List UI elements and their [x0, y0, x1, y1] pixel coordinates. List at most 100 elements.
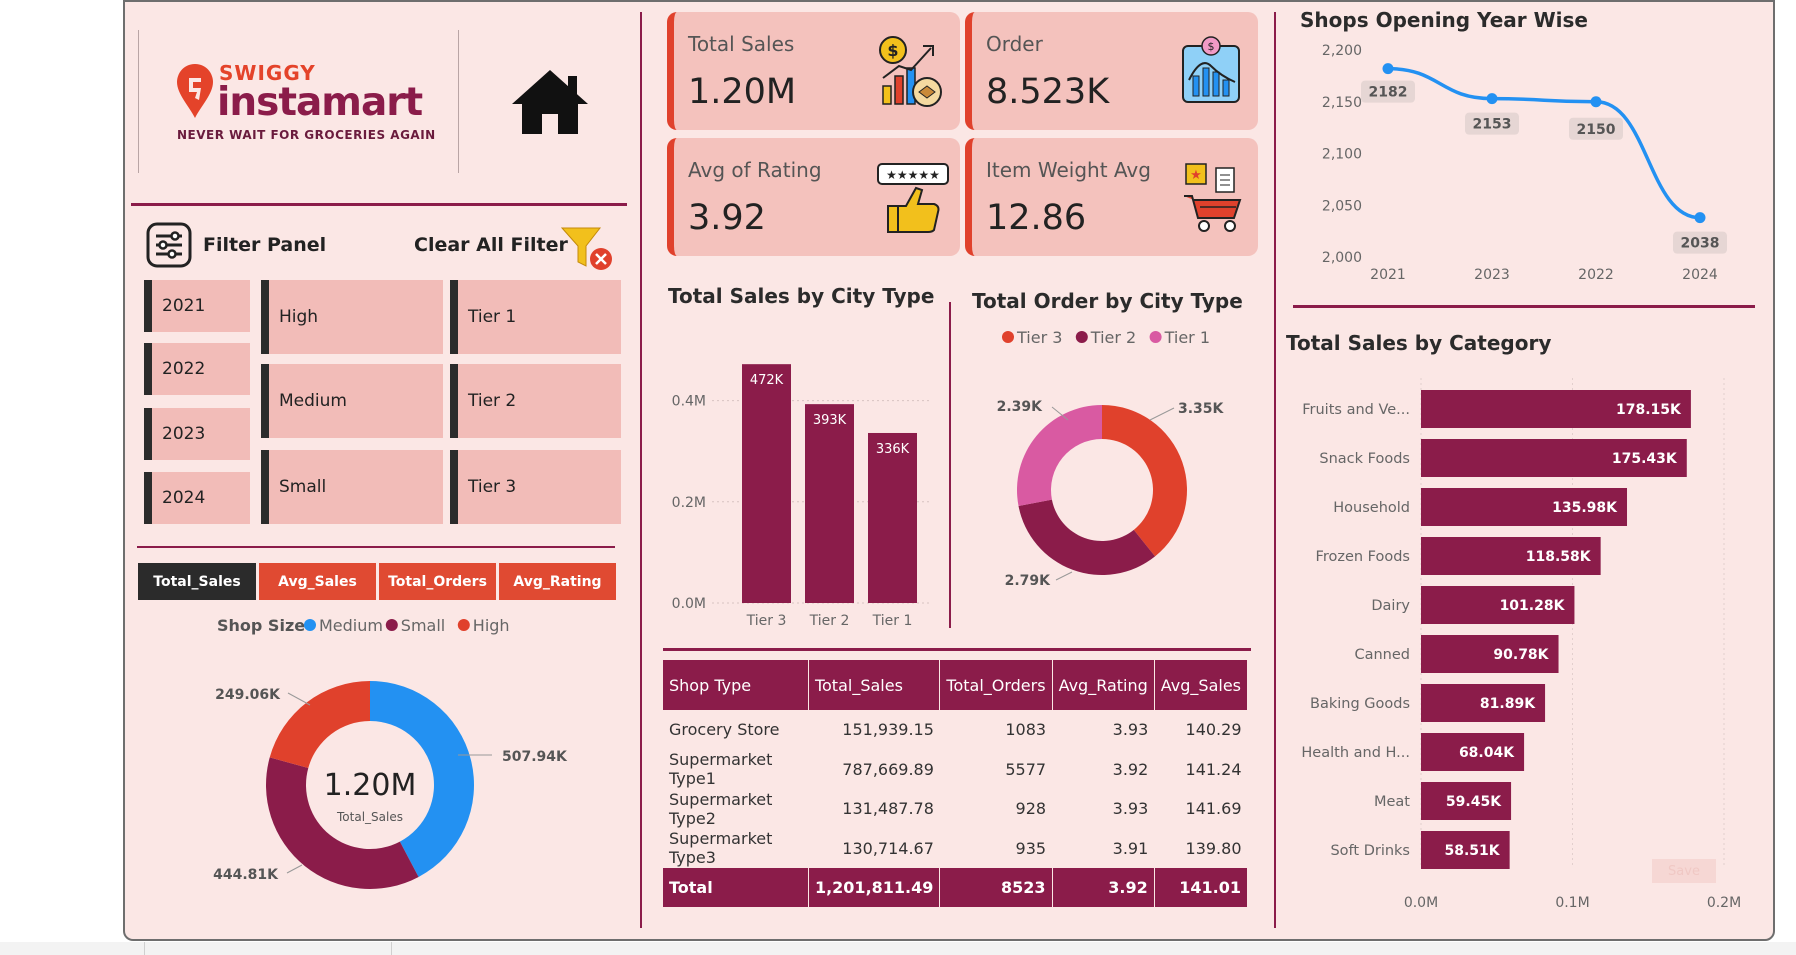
bar-data-label: 393K	[813, 413, 847, 428]
table-row: Supermarket Type2 131,487.78 928 3.93 141.69	[663, 789, 1248, 829]
table-header-row: Shop Type Total_Sales Total_Orders Avg_Rati…	[663, 660, 1249, 710]
legend-item: Small	[401, 616, 445, 635]
year-slicer-item[interactable]: 2023	[144, 408, 250, 460]
table-column-header[interactable]: Total_Sales	[808, 660, 941, 710]
x-tick-label: 2021	[1370, 267, 1406, 283]
svg-text:$: $	[887, 41, 898, 60]
page-tab[interactable]	[144, 942, 392, 955]
tier-slicer-item[interactable]: Tier 2	[450, 364, 621, 438]
bar-data-label: 58.51K	[1445, 843, 1501, 859]
y-tick-label: Fruits and Ve...	[1302, 402, 1410, 418]
left-section-divider	[640, 12, 642, 928]
legend-title: Shop Size	[217, 616, 305, 635]
table-column-header[interactable]: Shop Type	[663, 660, 809, 710]
kpi-value: 3.92	[688, 198, 766, 238]
legend-item: Tier 2	[1090, 328, 1136, 347]
opening-year-title: Shops Opening Year Wise	[1300, 8, 1588, 32]
table-column-header[interactable]: Total_Orders	[939, 660, 1053, 710]
kpi-label: Order	[986, 32, 1043, 56]
bar-data-label: 90.78K	[1493, 647, 1549, 663]
legend-marker	[304, 619, 316, 631]
bar-data-label: 59.45K	[1446, 794, 1502, 810]
clear-all-filter-label[interactable]: Clear All Filter	[414, 234, 568, 256]
bar-data-label: 178.15K	[1616, 402, 1682, 418]
legend-marker	[457, 619, 470, 631]
sales-by-category-title: Total Sales by Category	[1286, 331, 1552, 355]
logo-brand-main: instamart	[217, 80, 423, 125]
y-tick-label: 2,050	[1322, 198, 1362, 214]
order-by-city-donut-chart: Tier 3 Tier 2 Tier 1 3.35K 2.79K 2.39K	[997, 328, 1225, 589]
table-row: Supermarket Type3 130,714.67 935 3.91 139.80	[663, 829, 1248, 869]
filter-panel-title: Filter Panel	[203, 234, 327, 256]
metric-button-total-orders[interactable]: Total_Orders	[379, 563, 496, 600]
table-cell: 1,201,811.49	[808, 868, 941, 907]
slice-label: 249.06K	[215, 687, 281, 703]
leader-line	[1149, 407, 1175, 421]
line-point	[1694, 212, 1706, 224]
opening-year-line-chart: 2,000 2,050 2,100 2,150 2,200 2182 2021 2153 202…	[1322, 43, 1727, 283]
x-tick-label: 0.0M	[1404, 895, 1438, 911]
legend-marker	[385, 619, 398, 631]
year-slicer-item[interactable]: 2022	[144, 343, 250, 395]
y-tick-label: Dairy	[1371, 598, 1410, 614]
save-watermark: Save	[1652, 859, 1716, 883]
metric-button-avg-rating[interactable]: Avg_Rating	[499, 563, 616, 600]
table-column-header[interactable]: Avg_Sales	[1154, 660, 1249, 710]
year-slicer-item[interactable]: 2021	[144, 280, 250, 332]
data-label: 2150	[1577, 122, 1616, 138]
y-tick-label: Health and H...	[1301, 745, 1410, 761]
year-slicer-item[interactable]: 2024	[144, 472, 250, 524]
y-tick-label: Frozen Foods	[1316, 549, 1410, 565]
page-tabs-bar	[0, 942, 1796, 955]
legend-item: High	[473, 616, 510, 635]
table-cell: 928	[1015, 799, 1047, 819]
x-tick-label: Tier 3	[746, 613, 787, 629]
donut-slice	[1018, 499, 1156, 575]
kpi-value: 1.20M	[688, 72, 797, 112]
logo-divider-right	[458, 30, 459, 173]
kpi-label: Item Weight Avg	[986, 158, 1151, 182]
kpi-item-weight: Item Weight Avg 12.86 ★	[965, 138, 1258, 256]
table-cell: 5577	[1005, 759, 1047, 779]
tier-slicer-item[interactable]: Tier 3	[450, 450, 621, 524]
size-slicer-item[interactable]: Small	[261, 450, 443, 524]
table-divider	[663, 648, 1251, 651]
y-tick-label: 2,200	[1322, 43, 1362, 59]
metric-button-total-sales[interactable]: Total_Sales	[138, 563, 256, 600]
svg-text:★★★★★: ★★★★★	[886, 168, 940, 182]
donut-center-label: Total_Sales	[336, 810, 403, 824]
table-body: Grocery Store 151,939.15 1083 3.93 140.29 Sup…	[663, 710, 1249, 907]
table-cell: 141.01	[1154, 868, 1249, 907]
kpi-total-sales: Total Sales 1.20M $	[667, 12, 960, 130]
sales-by-category-bar-chart: 0.0M 0.1M 0.2M Fruits and Ve... 178.15K Snack…	[1301, 378, 1741, 911]
metric-button-avg-sales[interactable]: Avg_Sales	[259, 563, 376, 600]
shopping-cart-icon: ★	[1184, 163, 1242, 232]
tier-slicer-item[interactable]: Tier 1	[450, 280, 621, 354]
y-tick-label: Snack Foods	[1319, 451, 1410, 467]
y-tick-label: 2,000	[1322, 250, 1362, 266]
sales-by-city-bar-chart: 0.0M 0.2M 0.4M 472K Tier 3 393K Tier 2 336K Tier…	[672, 364, 930, 629]
clear-filter-icon[interactable]	[560, 224, 616, 274]
table-cell: 3.92	[1112, 759, 1149, 779]
filter-divider	[137, 546, 615, 548]
donut-slice	[1017, 405, 1102, 507]
size-slicer-item[interactable]: Medium	[261, 364, 443, 438]
report-root: SWIGGY instamart NEVER WAIT FOR GROCERIE…	[0, 0, 1796, 955]
svg-text:★: ★	[1190, 168, 1202, 183]
size-slicer-item[interactable]: High	[261, 280, 443, 354]
home-icon[interactable]	[508, 66, 592, 138]
filter-panel-icon	[146, 222, 192, 268]
order-by-city-title: Total Order by City Type	[972, 289, 1243, 313]
table-cell: 141.69	[1185, 799, 1242, 819]
y-tick-label: 0.2M	[672, 495, 706, 511]
shop-size-donut-chart: Shop Size Medium Small High 507.94K 444.81K 24…	[213, 616, 568, 889]
order-chart-icon: $	[1182, 36, 1240, 103]
table-column-header[interactable]: Avg_Rating	[1052, 660, 1155, 710]
y-tick-label: Soft Drinks	[1330, 843, 1410, 859]
x-tick-label: 2024	[1682, 267, 1718, 283]
table-row: Supermarket Type1 787,669.89 5577 3.92 141.2…	[663, 750, 1248, 790]
kpi-value: 8.523K	[986, 72, 1110, 112]
city-charts-divider	[949, 302, 951, 628]
table-cell: 3.91	[1112, 838, 1149, 858]
table-cell: 130,714.67	[842, 838, 934, 858]
